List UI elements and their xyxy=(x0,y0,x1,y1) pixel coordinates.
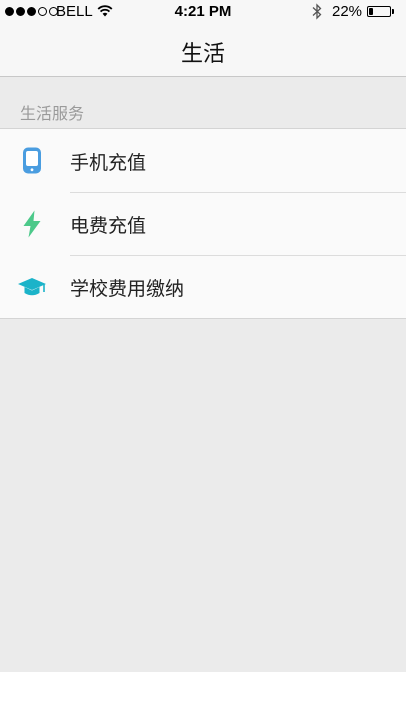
lightning-icon xyxy=(23,210,41,238)
list-item-electricity-recharge[interactable]: 电费充值 xyxy=(0,192,406,255)
list-item-label: 手机充值 xyxy=(70,152,147,174)
page-title: 生活 xyxy=(180,42,225,67)
phone-icon xyxy=(23,147,41,174)
graduation-cap-icon xyxy=(18,278,46,296)
list-item-label: 电费充值 xyxy=(70,215,147,237)
navigation-bar: 生活 xyxy=(0,24,406,77)
app-screen: BELL 4:21 PM 22% 生活 生活服务 手机充值 电费充值 学校费用缴… xyxy=(0,0,406,672)
status-bar: BELL 4:21 PM 22% xyxy=(0,0,406,24)
list-item-school-fee-payment[interactable]: 学校费用缴纳 xyxy=(0,255,406,318)
service-list: 手机充值 电费充值 学校费用缴纳 xyxy=(0,128,406,319)
battery-percent: 22% xyxy=(332,3,363,20)
bluetooth-icon xyxy=(312,3,322,20)
list-item-label: 学校费用缴纳 xyxy=(70,278,185,300)
battery-cap xyxy=(392,9,394,14)
list-item-phone-recharge[interactable]: 手机充值 xyxy=(0,129,406,192)
battery-icon xyxy=(367,6,391,17)
section-header: 生活服务 xyxy=(20,104,85,123)
